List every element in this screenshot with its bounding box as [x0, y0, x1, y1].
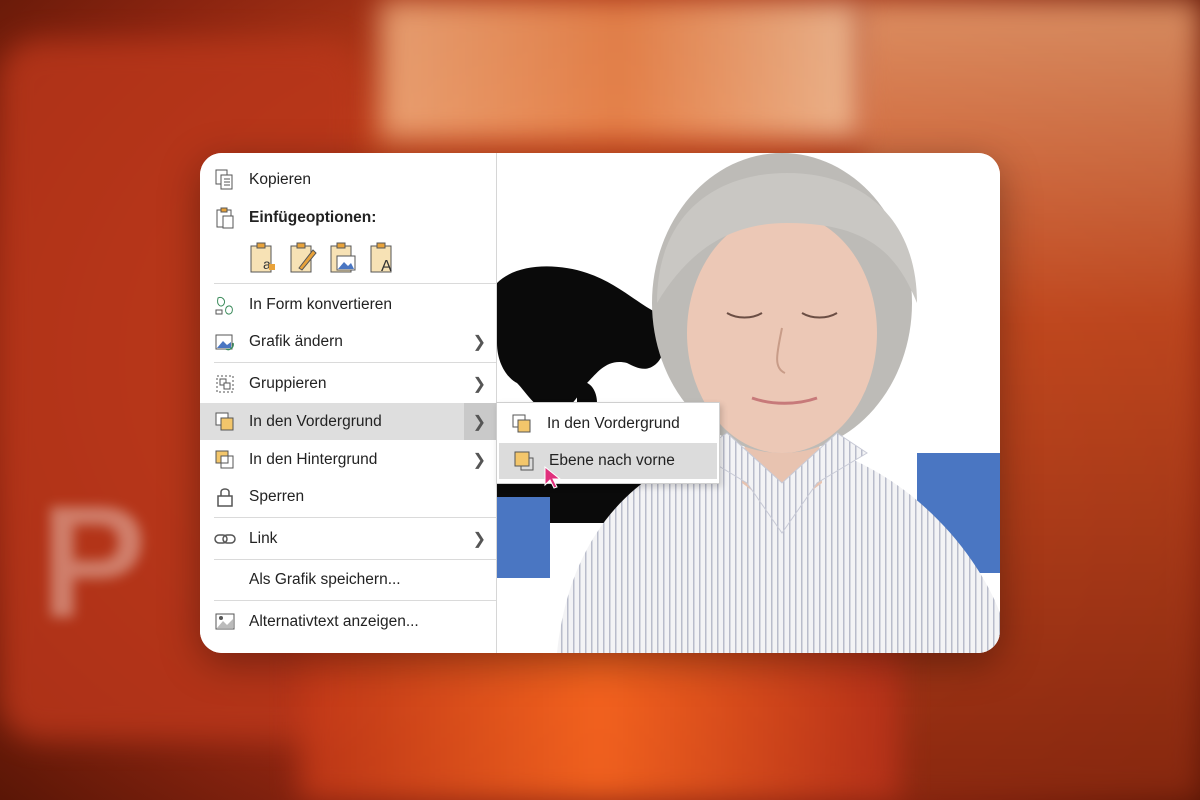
send-backward-icon: [214, 449, 236, 471]
menu-item-label: In den Hintergrund: [249, 450, 378, 468]
lock-icon: [214, 486, 236, 508]
menu-item-label: Als Grafik speichern...: [249, 570, 401, 588]
menu-item-label: In den Vordergrund: [249, 412, 382, 430]
chevron-right-icon: ❯: [472, 413, 486, 431]
menu-separator: [214, 517, 496, 518]
submenu-item-bring-forward-one[interactable]: Ebene nach vorne: [499, 443, 717, 479]
menu-item-label: Link: [249, 529, 278, 547]
bring-forward-one-icon: [513, 450, 535, 472]
group-icon: [214, 373, 236, 395]
menu-separator: [214, 600, 496, 601]
menu-item-label: Kopieren: [249, 170, 312, 188]
menu-item-alt-text[interactable]: Alternativtext anzeigen...: [200, 603, 496, 640]
paste-picture-icon[interactable]: [328, 241, 358, 275]
menu-item-bring-forward[interactable]: In den Vordergrund ❯: [200, 403, 496, 440]
paste-icon: [214, 207, 236, 229]
link-icon: [214, 528, 236, 550]
chevron-right-icon: ❯: [472, 375, 486, 393]
submenu-item-bring-to-front[interactable]: In den Vordergrund: [497, 406, 719, 442]
menu-item-copy[interactable]: Kopieren: [200, 161, 496, 198]
menu-item-change-graphic[interactable]: Grafik ändern ❯: [200, 323, 496, 360]
menu-item-link[interactable]: Link ❯: [200, 520, 496, 557]
menu-separator: [214, 283, 496, 284]
menu-separator: [214, 362, 496, 363]
paste-text-icon[interactable]: A: [368, 241, 398, 275]
context-menu: Kopieren Einfügeoptionen: a A In Form ko…: [200, 153, 497, 653]
menu-item-convert-to-shape[interactable]: In Form konvertieren: [200, 286, 496, 323]
menu-separator: [214, 559, 496, 560]
menu-item-label: Alternativtext anzeigen...: [249, 612, 419, 630]
paste-format-icon[interactable]: [288, 241, 318, 275]
convert-shape-icon: [214, 294, 236, 316]
bring-to-front-icon: [511, 413, 533, 435]
copy-icon: [214, 169, 236, 191]
change-graphic-icon: [214, 331, 236, 353]
menu-item-label: Sperren: [249, 487, 305, 505]
menu-header-paste-options: Einfügeoptionen:: [200, 199, 496, 236]
powerpoint-logo-letter: P: [40, 472, 147, 651]
keep-text-only-icon[interactable]: a: [248, 241, 278, 275]
menu-item-lock[interactable]: Sperren: [200, 478, 496, 515]
background-blur-top: [380, 0, 860, 140]
background-blur-bottom: [300, 640, 900, 800]
submenu-item-label: Ebene nach vorne: [549, 452, 675, 469]
menu-item-label: In Form konvertieren: [249, 295, 392, 313]
paste-options-row: a A: [248, 241, 398, 275]
mouse-cursor-icon: [544, 466, 562, 489]
menu-item-label: Einfügeoptionen:: [249, 208, 377, 226]
chevron-right-icon: ❯: [472, 530, 486, 548]
menu-item-label: Grafik ändern: [249, 332, 343, 350]
menu-item-group[interactable]: Gruppieren ❯: [200, 365, 496, 402]
chevron-right-icon: ❯: [472, 451, 486, 469]
menu-item-send-backward[interactable]: In den Hintergrund ❯: [200, 441, 496, 478]
chevron-right-icon: ❯: [472, 333, 486, 351]
bring-forward-icon: [214, 411, 236, 433]
menu-item-save-as-picture[interactable]: Als Grafik speichern...: [200, 561, 496, 598]
screenshot-card: Kopieren Einfügeoptionen: a A In Form ko…: [200, 153, 1000, 653]
submenu-item-label: In den Vordergrund: [547, 415, 680, 432]
alt-text-icon: [214, 611, 236, 633]
menu-item-label: Gruppieren: [249, 374, 327, 392]
bring-forward-submenu: In den Vordergrund Ebene nach vorne: [496, 402, 720, 484]
svg-text:A: A: [381, 258, 392, 274]
